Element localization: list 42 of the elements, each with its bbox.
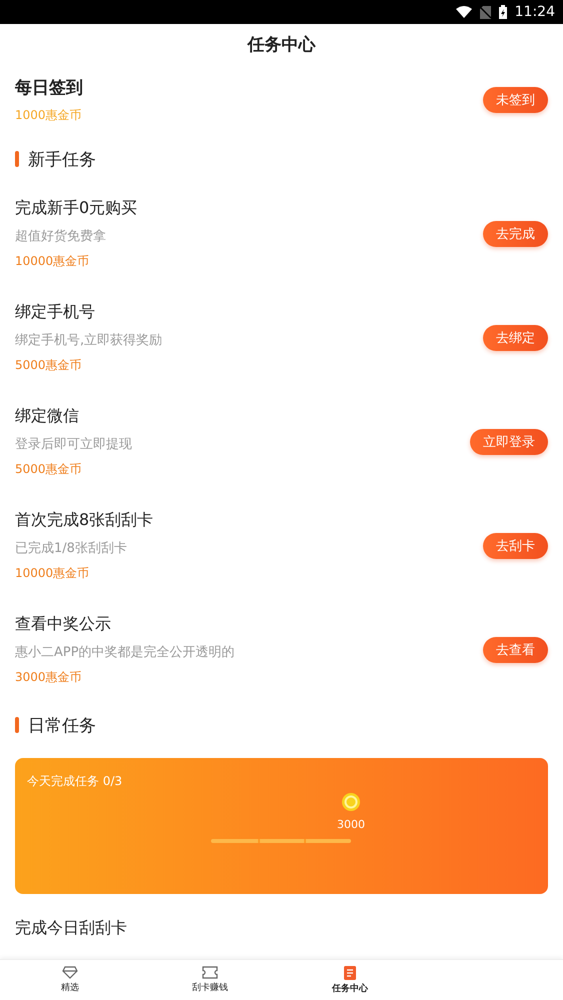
task-button[interactable]: 立即登录 (470, 429, 548, 455)
task-button[interactable]: 去查看 (483, 637, 548, 663)
page-title: 任务中心 (248, 34, 316, 56)
task-title: 完成新手0元购买 (15, 198, 138, 219)
diamond-icon (62, 966, 78, 979)
task-description: 绑定手机号,立即获得奖励 (15, 332, 162, 349)
task-button[interactable]: 去绑定 (483, 325, 548, 351)
task-title: 每日签到 (15, 77, 83, 99)
task-button[interactable]: 去刮卡 (483, 533, 548, 559)
no-sim-icon (480, 6, 491, 18)
tab[interactable]: 刮卡赚钱 (140, 960, 280, 1000)
task-reward: 10000惠金币 (15, 253, 90, 270)
reward-amount: 3000 (337, 818, 365, 831)
status-time: 11:24 (514, 4, 555, 20)
task-description: 惠小二APP的中奖都是完全公开透明的 (15, 644, 235, 661)
task-title: 首次完成8张刮刮卡 (15, 510, 154, 531)
task-reward: 3000惠金币 (15, 669, 83, 686)
task-title: 绑定微信 (15, 406, 80, 427)
task-reward: 5000惠金币 (15, 357, 83, 374)
tab[interactable]: 任务中心 (280, 960, 420, 1000)
task-title: 查看中奖公示 (15, 614, 112, 635)
task-reward: 5000惠金币 (15, 461, 83, 478)
document-icon (344, 966, 356, 980)
task-description: 超值好货免费拿 (15, 228, 107, 245)
task-description: 已完成1/8张刮刮卡 (15, 540, 128, 557)
section-title: 日常任务 (28, 714, 96, 736)
section-marker (15, 151, 19, 167)
ticket-icon (202, 966, 218, 979)
task-description: 登录后即可立即提现 (15, 436, 132, 453)
wifi-icon (456, 6, 472, 18)
coin-icon (341, 792, 361, 812)
task-button[interactable]: 去完成 (483, 221, 548, 247)
task-reward: 1000惠金币 (15, 107, 83, 124)
battery-icon (498, 5, 507, 19)
section-marker (15, 717, 19, 733)
task-reward: 10000惠金币 (15, 565, 90, 582)
sign-in-button[interactable]: 未签到 (483, 87, 548, 113)
section-title: 新手任务 (28, 148, 96, 170)
task-title: 完成今日刮刮卡 (15, 918, 127, 939)
tab[interactable]: 精选 (0, 960, 140, 1000)
progress-label: 今天完成任务 0/3 (27, 774, 122, 788)
task-title: 绑定手机号 (15, 302, 96, 323)
